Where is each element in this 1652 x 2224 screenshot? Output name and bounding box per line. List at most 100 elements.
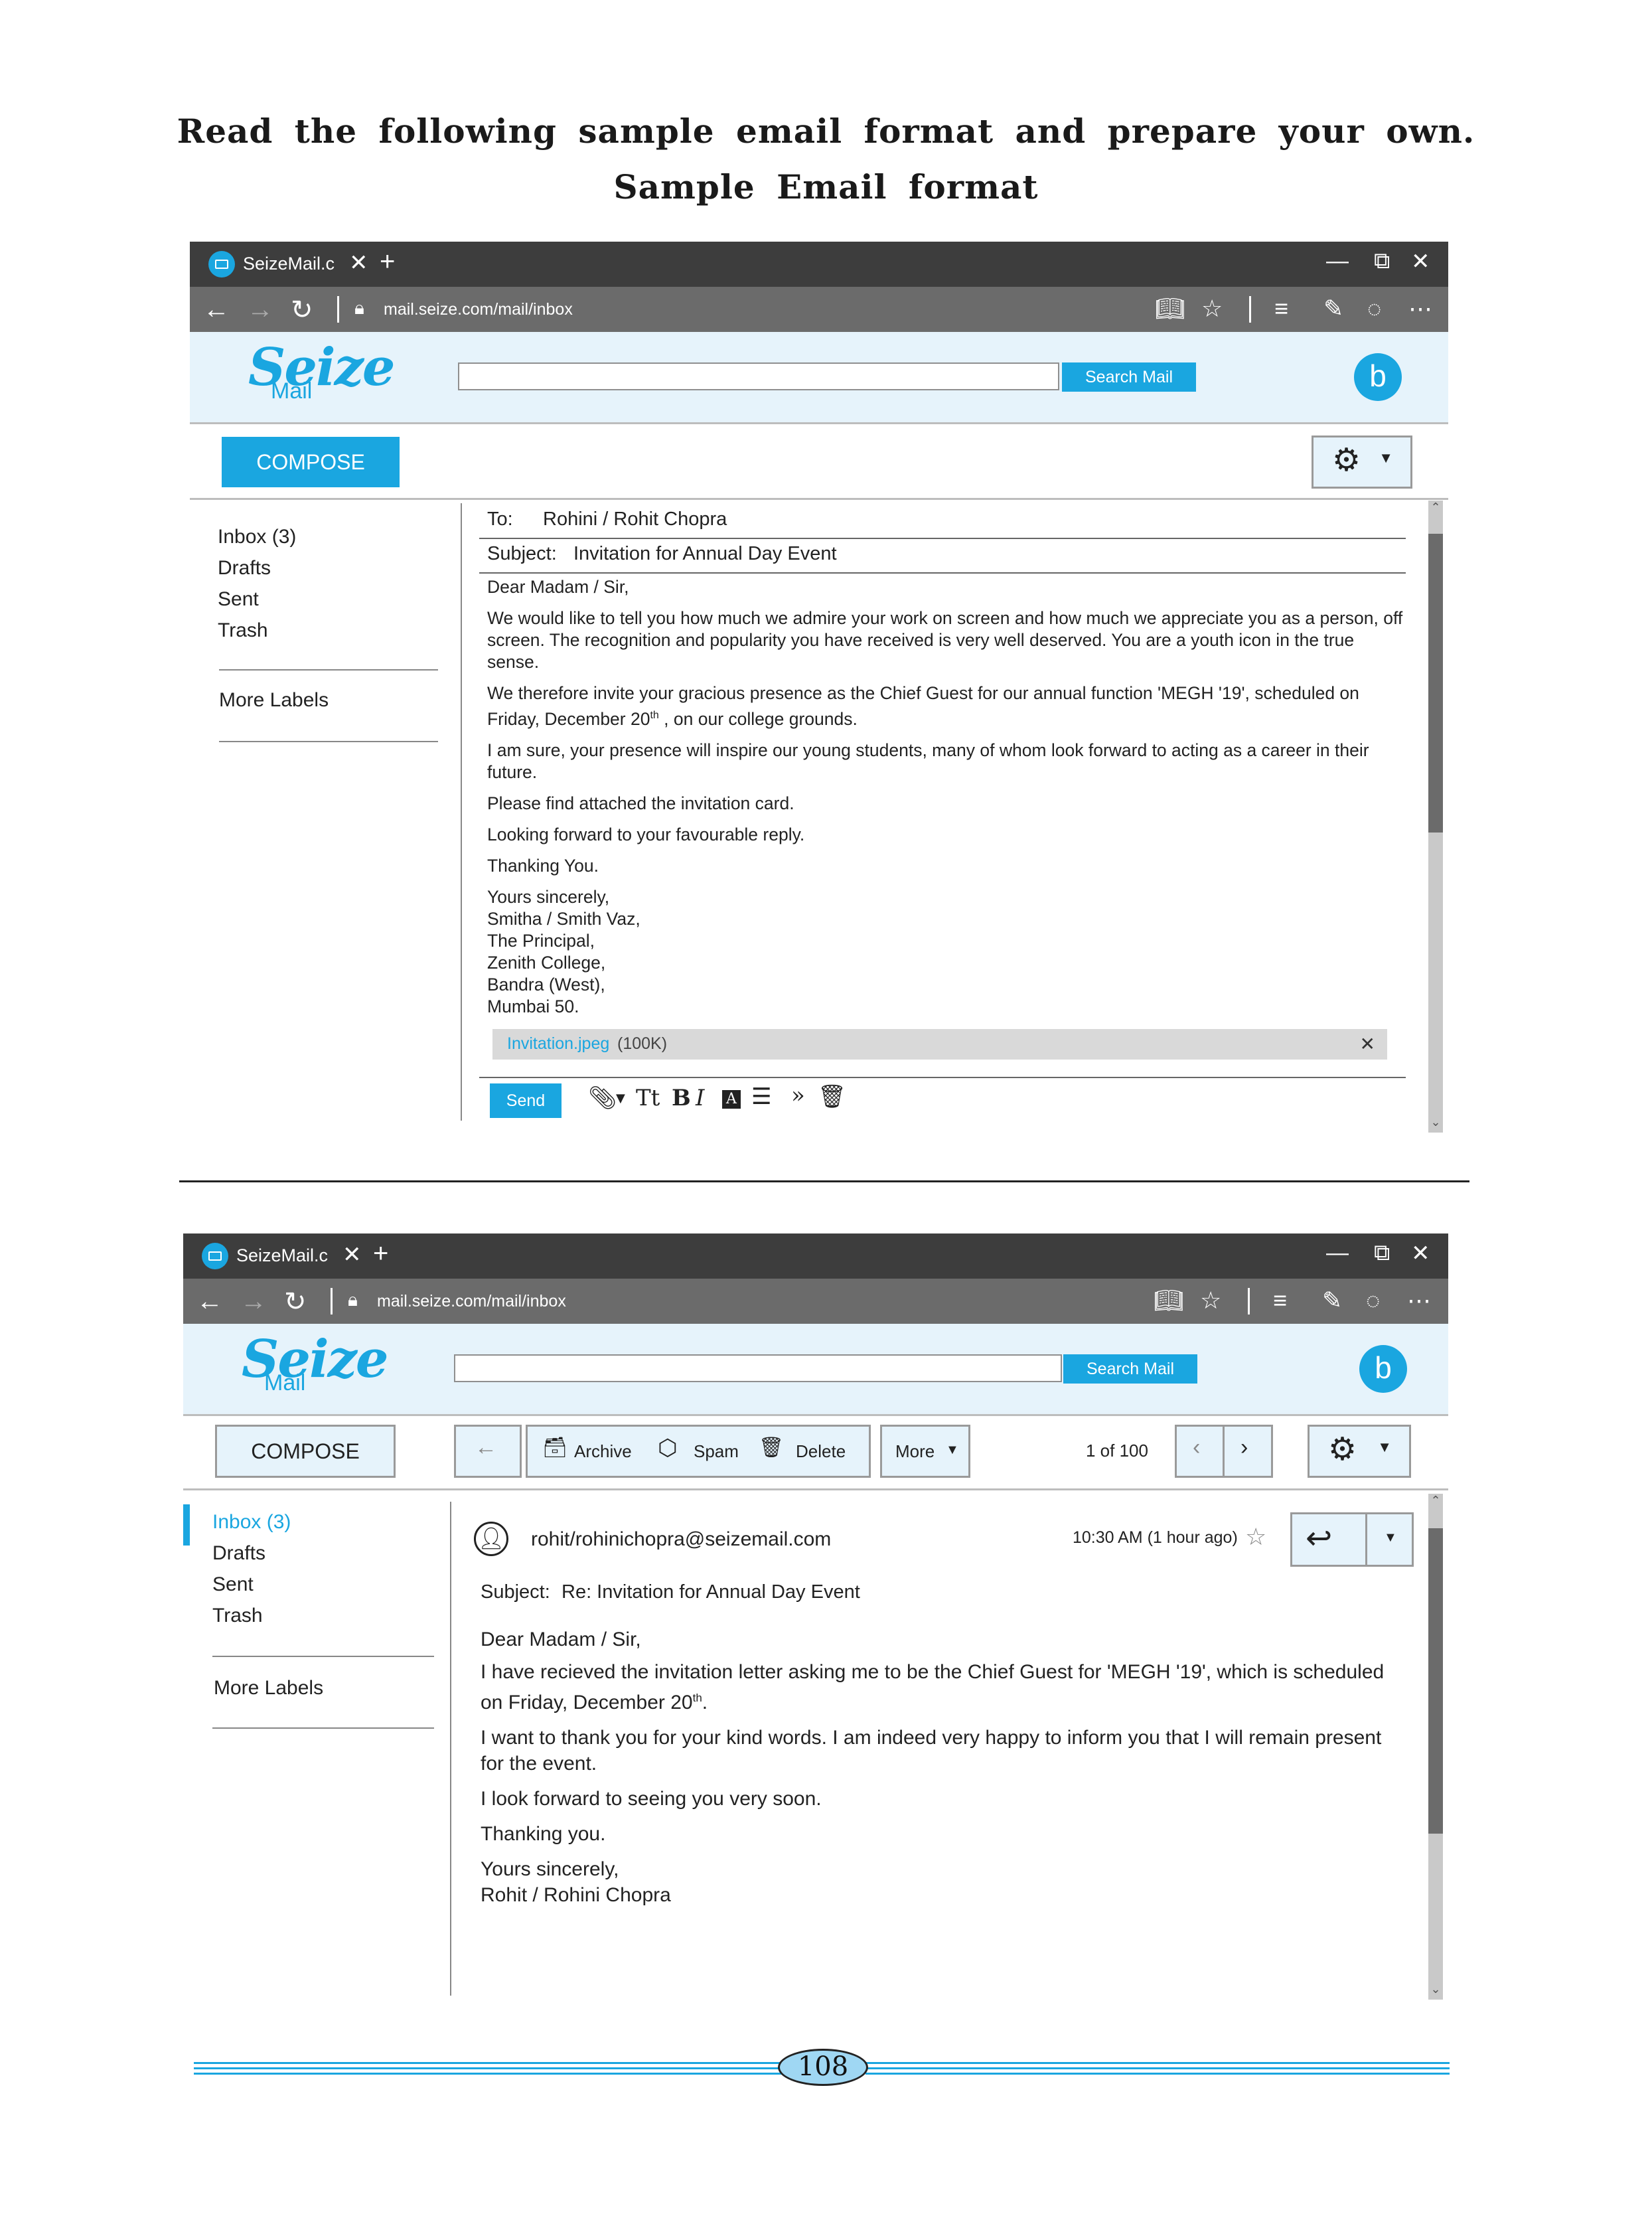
- bulleted-list-icon[interactable]: ☰: [751, 1083, 771, 1110]
- sidebar-item-inbox[interactable]: Inbox (3): [218, 526, 296, 548]
- font-size-icon[interactable]: Tt: [636, 1085, 660, 1111]
- remove-attachment-icon[interactable]: ✕: [1360, 1033, 1375, 1055]
- search-input[interactable]: [454, 1354, 1062, 1382]
- sidebar-item-more-labels[interactable]: More Labels: [219, 689, 329, 712]
- scroll-down-icon[interactable]: ⌄: [1428, 1115, 1443, 1129]
- attach-paperclip-icon[interactable]: 📎︎: [588, 1085, 617, 1111]
- more-label: More: [895, 1441, 935, 1461]
- more-dots-icon[interactable]: ⋯: [1407, 1287, 1431, 1314]
- spam-button[interactable]: Spam: [694, 1441, 739, 1462]
- sidebar-item-drafts[interactable]: Drafts: [218, 557, 271, 580]
- attachment-name[interactable]: Invitation.jpeg: [507, 1034, 609, 1054]
- scroll-up-icon[interactable]: ⌃: [1428, 501, 1443, 515]
- bold-icon[interactable]: B: [672, 1085, 691, 1111]
- search-button[interactable]: Search Mail: [1063, 1354, 1197, 1384]
- minimize-button[interactable]: —: [1326, 1240, 1349, 1266]
- prev-page-button[interactable]: ‹: [1175, 1425, 1225, 1478]
- favorite-star-icon[interactable]: ☆: [1200, 1287, 1221, 1314]
- sidebar-item-more-labels[interactable]: More Labels: [214, 1677, 323, 1700]
- superscript: th: [692, 1692, 702, 1704]
- logo-seize: Seize: [248, 337, 396, 398]
- sidebar-item-drafts[interactable]: Drafts: [212, 1542, 265, 1565]
- forward-arrow-icon[interactable]: →: [240, 1287, 267, 1316]
- web-note-icon[interactable]: ✎: [1322, 1287, 1342, 1314]
- search-input[interactable]: [458, 362, 1059, 390]
- settings-button[interactable]: ⚙ ▼: [1312, 436, 1412, 489]
- refresh-icon[interactable]: ↻: [291, 295, 313, 325]
- body-paragraph: Thanking You.: [487, 855, 599, 876]
- toolbar-divider: [183, 1488, 1448, 1490]
- tab-close-icon[interactable]: ✕: [349, 250, 368, 276]
- sender-email[interactable]: rohit/rohinichopra@seizemail.com: [531, 1528, 831, 1551]
- caret-down-icon[interactable]: ▼: [1384, 1530, 1397, 1546]
- archive-icon[interactable]: 🗃︎: [542, 1436, 567, 1459]
- sidebar-item-sent[interactable]: Sent: [212, 1573, 254, 1596]
- web-note-icon[interactable]: ✎: [1323, 295, 1343, 323]
- to-field[interactable]: Rohini / Rohit Chopra: [543, 509, 727, 530]
- scrollbar-thumb[interactable]: [1428, 1528, 1443, 1834]
- reading-view-icon[interactable]: 📖︎: [1155, 295, 1185, 323]
- discard-trash-icon[interactable]: 🗑︎: [818, 1083, 846, 1110]
- to-label: To:: [487, 509, 513, 530]
- chevron-right-icon: ›: [1240, 1435, 1248, 1460]
- favorite-star-icon[interactable]: ☆: [1201, 295, 1223, 323]
- minimize-button[interactable]: —: [1326, 248, 1349, 274]
- browser-tab[interactable]: SeizeMail.c ✕: [202, 242, 369, 287]
- send-button[interactable]: Send: [490, 1083, 562, 1118]
- more-dots-icon[interactable]: ⋯: [1408, 295, 1432, 323]
- subject-field[interactable]: Invitation for Annual Day Event: [573, 543, 837, 565]
- next-page-button[interactable]: ›: [1223, 1425, 1273, 1478]
- back-arrow-icon[interactable]: ←: [203, 295, 230, 325]
- search-button[interactable]: Search Mail: [1062, 362, 1196, 392]
- delete-icon[interactable]: 🗑︎: [759, 1436, 784, 1459]
- forward-arrow-icon[interactable]: →: [247, 295, 273, 325]
- sidebar-item-inbox[interactable]: Inbox (3): [212, 1511, 291, 1534]
- archive-button[interactable]: Archive: [574, 1441, 632, 1462]
- sidebar-item-trash[interactable]: Trash: [218, 619, 268, 642]
- scrollbar-thumb[interactable]: [1428, 534, 1443, 833]
- url-field[interactable]: mail.seize.com/mail/inbox: [377, 1292, 566, 1311]
- share-icon[interactable]: ◌: [1366, 1287, 1380, 1314]
- sidebar-item-trash[interactable]: Trash: [212, 1605, 263, 1627]
- url-field[interactable]: mail.seize.com/mail/inbox: [384, 300, 573, 319]
- hub-icon[interactable]: ≡: [1274, 295, 1288, 323]
- back-to-inbox-button[interactable]: ←: [454, 1425, 522, 1478]
- close-window-button[interactable]: ✕: [1411, 1240, 1430, 1267]
- mail-favicon-icon: [208, 251, 235, 278]
- attachment-chip[interactable]: Invitation.jpeg (100K) ✕: [492, 1029, 1387, 1060]
- reply-button[interactable]: ↩ ▼: [1290, 1512, 1414, 1567]
- restore-button[interactable]: ⧉: [1374, 1240, 1390, 1266]
- close-window-button[interactable]: ✕: [1411, 248, 1430, 275]
- compose-button[interactable]: COMPOSE: [222, 437, 400, 487]
- message-time: 10:30 AM (1 hour ago): [1073, 1528, 1238, 1547]
- share-icon[interactable]: ◌: [1367, 295, 1381, 323]
- more-button[interactable]: More ▼: [880, 1425, 970, 1478]
- caret-down-icon[interactable]: ▼: [616, 1091, 625, 1105]
- italic-icon[interactable]: I: [696, 1085, 704, 1111]
- text-color-icon[interactable]: A: [722, 1090, 741, 1109]
- browser-tab[interactable]: SeizeMail.c ✕: [195, 1233, 362, 1279]
- body-text-segment: I have recieved the invitation letter as…: [481, 1661, 1385, 1713]
- compose-body[interactable]: Dear Madam / Sir, We would like to tell …: [487, 576, 1403, 1018]
- delete-button[interactable]: Delete: [796, 1441, 846, 1462]
- scroll-up-icon[interactable]: ⌃: [1428, 1494, 1443, 1508]
- more-formatting-icon[interactable]: »: [791, 1082, 805, 1109]
- compose-button[interactable]: COMPOSE: [215, 1425, 396, 1478]
- settings-button[interactable]: ⚙ ▼: [1308, 1425, 1411, 1478]
- new-tab-button[interactable]: +: [380, 247, 395, 277]
- star-icon[interactable]: ☆: [1245, 1523, 1266, 1551]
- subject-label: Subject:: [487, 543, 557, 564]
- body-paragraph: Please find attached the invitation card…: [487, 793, 794, 813]
- avatar[interactable]: b: [1354, 353, 1402, 401]
- spam-icon[interactable]: ⬡: [658, 1435, 678, 1461]
- new-tab-button[interactable]: +: [373, 1239, 388, 1269]
- scroll-down-icon[interactable]: ⌄: [1428, 1982, 1443, 1996]
- hub-icon[interactable]: ≡: [1273, 1287, 1287, 1314]
- back-arrow-icon[interactable]: ←: [196, 1287, 223, 1316]
- avatar[interactable]: b: [1359, 1345, 1407, 1393]
- refresh-icon[interactable]: ↻: [284, 1287, 307, 1317]
- tab-close-icon[interactable]: ✕: [342, 1241, 362, 1268]
- sidebar-item-sent[interactable]: Sent: [218, 588, 259, 611]
- reading-view-icon[interactable]: 📖︎: [1154, 1287, 1184, 1314]
- restore-button[interactable]: ⧉: [1374, 248, 1390, 274]
